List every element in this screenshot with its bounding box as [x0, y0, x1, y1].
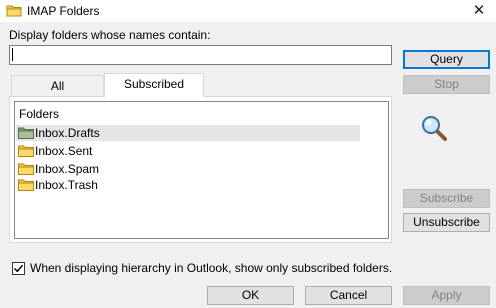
list-item-label: Inbox.Trash [35, 178, 98, 192]
close-icon[interactable]: ✕ [470, 2, 488, 20]
subscribed-only-checkbox[interactable] [12, 262, 25, 275]
list-item-label: Inbox.Spam [35, 162, 100, 176]
list-column-header[interactable]: Folders [19, 107, 59, 122]
subscribed-only-label[interactable]: When displaying hierarchy in Outlook, sh… [30, 261, 392, 276]
list-item[interactable]: Inbox.Drafts [16, 125, 360, 141]
tab-subscribed[interactable]: Subscribed [104, 73, 204, 97]
subscribe-button[interactable]: Subscribe [403, 189, 490, 208]
folder-icon [18, 127, 34, 139]
stop-button[interactable]: Stop [403, 75, 490, 94]
magnifier-icon [422, 116, 447, 141]
folder-icon [18, 163, 34, 175]
window-title: IMAP Folders [27, 4, 100, 18]
list-item[interactable]: Inbox.Sent [16, 143, 360, 159]
filter-label: Display folders whose names contain: [9, 28, 211, 42]
folder-icon [18, 145, 34, 157]
folder-icon [18, 179, 34, 191]
ok-button[interactable]: OK [207, 286, 294, 305]
list-item-label: Inbox.Sent [35, 144, 93, 158]
checkmark-icon [13, 264, 24, 273]
list-item[interactable]: Inbox.Trash [16, 177, 360, 193]
folder-name-input[interactable] [9, 45, 392, 65]
query-button[interactable]: Query [403, 50, 490, 69]
apply-button[interactable]: Apply [403, 286, 490, 305]
cancel-button[interactable]: Cancel [305, 286, 392, 305]
folder-icon [6, 5, 22, 17]
list-item-label: Inbox.Drafts [35, 126, 100, 140]
list-item[interactable]: Inbox.Spam [16, 161, 360, 177]
unsubscribe-button[interactable]: Unsubscribe [403, 213, 490, 232]
tab-all[interactable]: All [11, 75, 104, 96]
text-caret [12, 48, 13, 61]
